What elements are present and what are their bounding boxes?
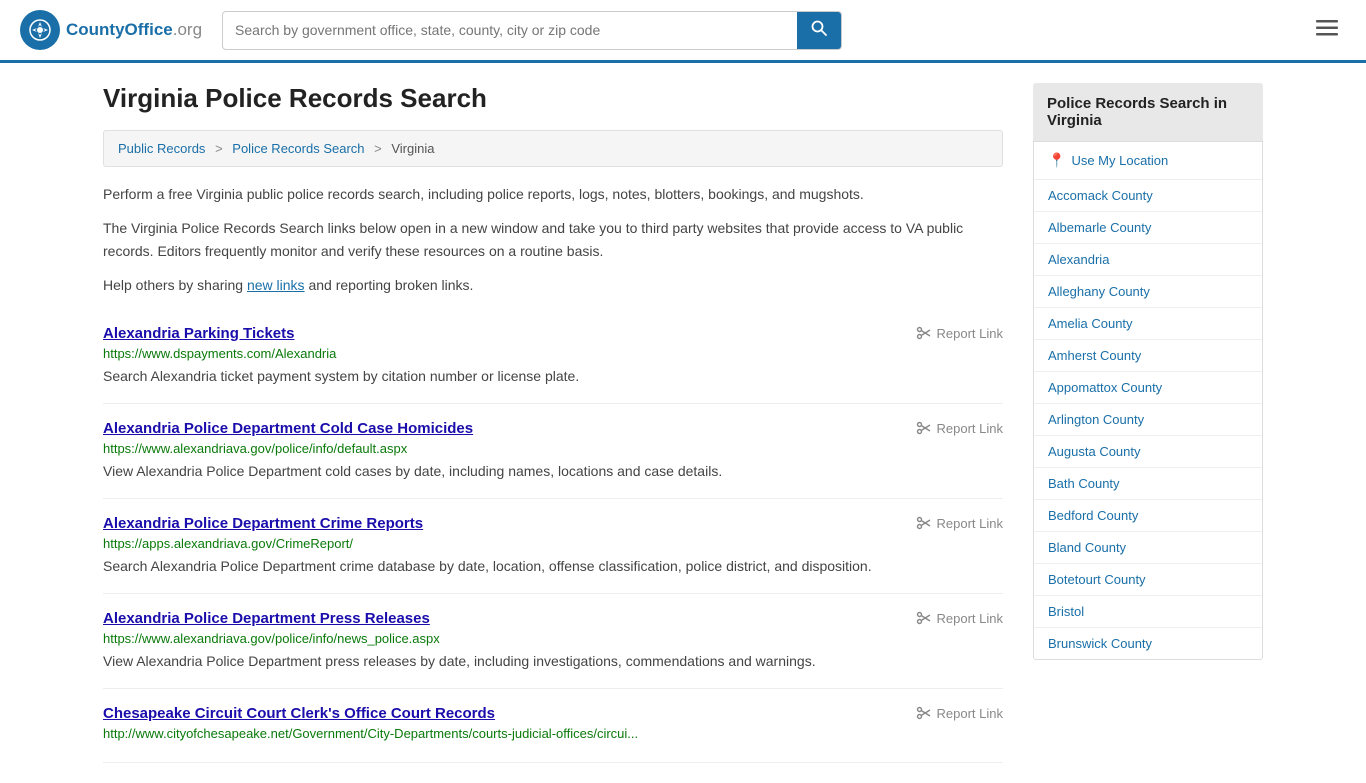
sidebar-county-14[interactable]: Brunswick County (1034, 628, 1262, 659)
breadcrumb-current: Virginia (391, 141, 434, 156)
sidebar: Police Records Search in Virginia 📍 Use … (1033, 83, 1263, 763)
scissors-icon (916, 610, 932, 626)
result-title-3[interactable]: Alexandria Police Department Press Relea… (103, 610, 430, 627)
description-1: Perform a free Virginia public police re… (103, 183, 1003, 205)
sidebar-county-1[interactable]: Albemarle County (1034, 212, 1262, 244)
report-link-button-0[interactable]: Report Link (916, 325, 1003, 341)
sidebar-county-0[interactable]: Accomack County (1034, 180, 1262, 212)
sidebar-section: 📍 Use My Location Accomack CountyAlbemar… (1033, 141, 1263, 660)
sidebar-counties-list: Accomack CountyAlbemarle CountyAlexandri… (1034, 180, 1262, 659)
sidebar-county-11[interactable]: Bland County (1034, 532, 1262, 564)
result-header-0: Alexandria Parking Tickets Report Link (103, 325, 1003, 342)
hamburger-menu-button[interactable] (1308, 15, 1346, 46)
result-item: Alexandria Police Department Press Relea… (103, 594, 1003, 689)
description-2: The Virginia Police Records Search links… (103, 217, 1003, 262)
page-title: Virginia Police Records Search (103, 83, 1003, 114)
description-3-suffix: and reporting broken links. (305, 277, 474, 293)
main-container: Virginia Police Records Search Public Re… (83, 63, 1283, 783)
result-desc-0: Search Alexandria ticket payment system … (103, 366, 1003, 387)
report-link-button-4[interactable]: Report Link (916, 705, 1003, 721)
result-item: Alexandria Police Department Cold Case H… (103, 404, 1003, 499)
sidebar-county-3[interactable]: Alleghany County (1034, 276, 1262, 308)
sidebar-county-13[interactable]: Bristol (1034, 596, 1262, 628)
result-desc-1: View Alexandria Police Department cold c… (103, 461, 1003, 482)
scissors-icon (916, 705, 932, 721)
report-link-button-1[interactable]: Report Link (916, 420, 1003, 436)
result-url-0: https://www.dspayments.com/Alexandria (103, 346, 1003, 361)
result-item: Alexandria Parking Tickets Report Link h… (103, 309, 1003, 404)
sidebar-county-2[interactable]: Alexandria (1034, 244, 1262, 276)
result-header-2: Alexandria Police Department Crime Repor… (103, 515, 1003, 532)
breadcrumb: Public Records > Police Records Search >… (103, 130, 1003, 167)
content-area: Virginia Police Records Search Public Re… (103, 83, 1003, 763)
result-url-4: http://www.cityofchesapeake.net/Governme… (103, 726, 1003, 741)
hamburger-icon (1316, 20, 1338, 36)
report-link-button-3[interactable]: Report Link (916, 610, 1003, 626)
sidebar-county-9[interactable]: Bath County (1034, 468, 1262, 500)
result-item: Alexandria Police Department Crime Repor… (103, 499, 1003, 594)
result-title-1[interactable]: Alexandria Police Department Cold Case H… (103, 420, 473, 437)
scissors-icon (916, 515, 932, 531)
breadcrumb-sep-2: > (374, 141, 382, 156)
result-header-1: Alexandria Police Department Cold Case H… (103, 420, 1003, 437)
location-pin-icon: 📍 (1048, 152, 1065, 169)
sidebar-county-4[interactable]: Amelia County (1034, 308, 1262, 340)
sidebar-title: Police Records Search in Virginia (1033, 83, 1263, 141)
description-3-prefix: Help others by sharing (103, 277, 247, 293)
result-title-0[interactable]: Alexandria Parking Tickets (103, 325, 294, 342)
search-button[interactable] (797, 12, 841, 49)
scissors-icon (916, 420, 932, 436)
use-my-location[interactable]: 📍 Use My Location (1034, 142, 1262, 180)
breadcrumb-police-records[interactable]: Police Records Search (232, 141, 364, 156)
result-title-4[interactable]: Chesapeake Circuit Court Clerk's Office … (103, 705, 495, 722)
logo-icon (20, 10, 60, 50)
logo-text: CountyOffice.org (66, 20, 202, 40)
site-header: CountyOffice.org (0, 0, 1366, 63)
result-header-4: Chesapeake Circuit Court Clerk's Office … (103, 705, 1003, 722)
result-url-3: https://www.alexandriava.gov/police/info… (103, 631, 1003, 646)
result-desc-2: Search Alexandria Police Department crim… (103, 556, 1003, 577)
report-link-button-2[interactable]: Report Link (916, 515, 1003, 531)
breadcrumb-sep-1: > (215, 141, 223, 156)
description-3: Help others by sharing new links and rep… (103, 274, 1003, 296)
breadcrumb-public-records[interactable]: Public Records (118, 141, 205, 156)
header-right (1308, 15, 1346, 46)
result-header-3: Alexandria Police Department Press Relea… (103, 610, 1003, 627)
result-item: Chesapeake Circuit Court Clerk's Office … (103, 689, 1003, 763)
sidebar-county-6[interactable]: Appomattox County (1034, 372, 1262, 404)
search-bar (222, 11, 842, 50)
site-logo[interactable]: CountyOffice.org (20, 10, 202, 50)
result-desc-3: View Alexandria Police Department press … (103, 651, 1003, 672)
scissors-icon (916, 325, 932, 341)
sidebar-county-5[interactable]: Amherst County (1034, 340, 1262, 372)
result-title-2[interactable]: Alexandria Police Department Crime Repor… (103, 515, 423, 532)
new-links-link[interactable]: new links (247, 277, 305, 293)
use-location-label: Use My Location (1071, 153, 1168, 168)
sidebar-county-8[interactable]: Augusta County (1034, 436, 1262, 468)
result-url-2: https://apps.alexandriava.gov/CrimeRepor… (103, 536, 1003, 551)
sidebar-county-10[interactable]: Bedford County (1034, 500, 1262, 532)
results-list: Alexandria Parking Tickets Report Link h… (103, 309, 1003, 763)
sidebar-county-7[interactable]: Arlington County (1034, 404, 1262, 436)
search-icon (811, 20, 827, 36)
result-url-1: https://www.alexandriava.gov/police/info… (103, 441, 1003, 456)
sidebar-county-12[interactable]: Botetourt County (1034, 564, 1262, 596)
search-input[interactable] (223, 14, 797, 46)
